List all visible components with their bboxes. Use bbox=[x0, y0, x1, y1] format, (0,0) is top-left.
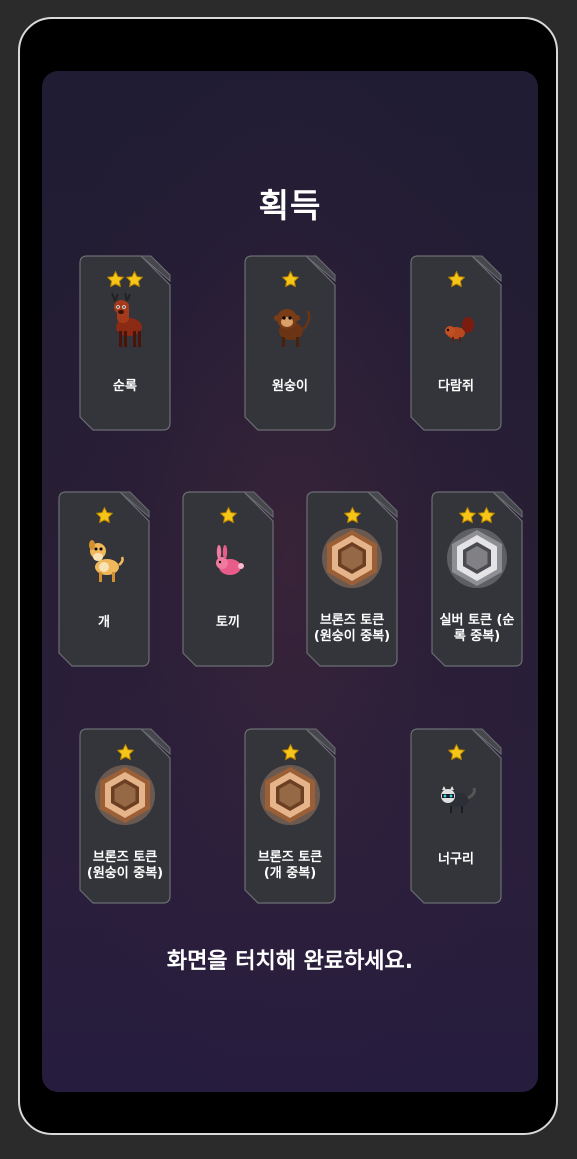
card-label: 너구리 bbox=[438, 852, 474, 867]
reward-card[interactable]: 토끼 bbox=[182, 491, 274, 667]
screen-title: 획득 bbox=[258, 186, 322, 225]
card-label: 원숭이 bbox=[272, 379, 308, 394]
raccoon-icon bbox=[441, 786, 476, 813]
star-rating bbox=[410, 270, 502, 290]
card-label: 브론즈 토큰 (원숭이 중복) bbox=[313, 613, 391, 644]
reward-card[interactable]: 실버 토큰 (순 록 중복) bbox=[431, 491, 523, 667]
squirrel-icon bbox=[445, 317, 474, 342]
device-frame: 획득 순록 원숭이 다람쥐 개 토끼 브론즈 토큰 (원숭이 중복) 실버 토큰… bbox=[18, 17, 558, 1135]
star-icon bbox=[219, 506, 237, 524]
card-art bbox=[260, 764, 320, 826]
star-icon bbox=[95, 506, 113, 524]
card-label: 토끼 bbox=[216, 615, 240, 630]
reward-card[interactable]: 너구리 bbox=[410, 728, 502, 904]
reward-card[interactable]: 원숭이 bbox=[244, 255, 336, 431]
card-art bbox=[74, 527, 134, 589]
reward-card[interactable]: 개 bbox=[58, 491, 150, 667]
rabbit-icon bbox=[216, 545, 244, 575]
star-rating bbox=[182, 506, 274, 526]
reward-card[interactable]: 브론즈 토큰 (개 중복) bbox=[244, 728, 336, 904]
star-rating bbox=[244, 270, 336, 290]
card-label: 브론즈 토큰 (원숭이 중복) bbox=[86, 850, 164, 881]
card-label: 순록 bbox=[113, 379, 137, 394]
star-icon bbox=[343, 506, 361, 524]
dog-icon bbox=[89, 540, 124, 582]
reward-card[interactable]: 브론즈 토큰 (원숭이 중복) bbox=[79, 728, 171, 904]
card-art bbox=[260, 291, 320, 353]
star-icon bbox=[116, 743, 134, 761]
card-label: 개 bbox=[98, 615, 110, 630]
star-rating bbox=[58, 506, 150, 526]
star-icon bbox=[447, 743, 465, 761]
card-art bbox=[95, 764, 155, 826]
card-art bbox=[426, 764, 486, 826]
star-rating bbox=[79, 743, 171, 763]
reward-card[interactable]: 순록 bbox=[79, 255, 171, 431]
star-rating bbox=[244, 743, 336, 763]
card-art bbox=[447, 527, 507, 589]
bronze-token-icon bbox=[260, 765, 320, 825]
card-art bbox=[426, 291, 486, 353]
monkey-icon bbox=[274, 309, 311, 347]
silver-token-icon bbox=[447, 528, 507, 588]
star-rating bbox=[410, 743, 502, 763]
card-art bbox=[322, 527, 382, 589]
card-label: 실버 토큰 (순 록 중복) bbox=[439, 613, 515, 644]
star-rating bbox=[79, 270, 171, 290]
star-icon bbox=[281, 270, 299, 288]
reindeer-icon bbox=[111, 292, 142, 347]
star-icon bbox=[126, 270, 143, 288]
star-icon bbox=[478, 506, 495, 524]
star-rating bbox=[431, 506, 523, 526]
star-icon bbox=[447, 270, 465, 288]
bronze-token-icon bbox=[95, 765, 155, 825]
star-icon bbox=[281, 743, 299, 761]
star-rating bbox=[306, 506, 398, 526]
reward-card[interactable]: 브론즈 토큰 (원숭이 중복) bbox=[306, 491, 398, 667]
reward-card[interactable]: 다람쥐 bbox=[410, 255, 502, 431]
card-label: 다람쥐 bbox=[438, 379, 474, 394]
tap-to-finish-text[interactable]: 화면을 터치해 완료하세요. bbox=[42, 943, 538, 975]
star-icon bbox=[107, 270, 124, 288]
card-label: 브론즈 토큰 (개 중복) bbox=[257, 850, 323, 881]
reward-screen[interactable]: 획득 순록 원숭이 다람쥐 개 토끼 브론즈 토큰 (원숭이 중복) 실버 토큰… bbox=[42, 71, 538, 1092]
bronze-token-icon bbox=[322, 528, 382, 588]
card-art bbox=[198, 527, 258, 589]
star-icon bbox=[459, 506, 476, 524]
card-art bbox=[95, 291, 155, 353]
